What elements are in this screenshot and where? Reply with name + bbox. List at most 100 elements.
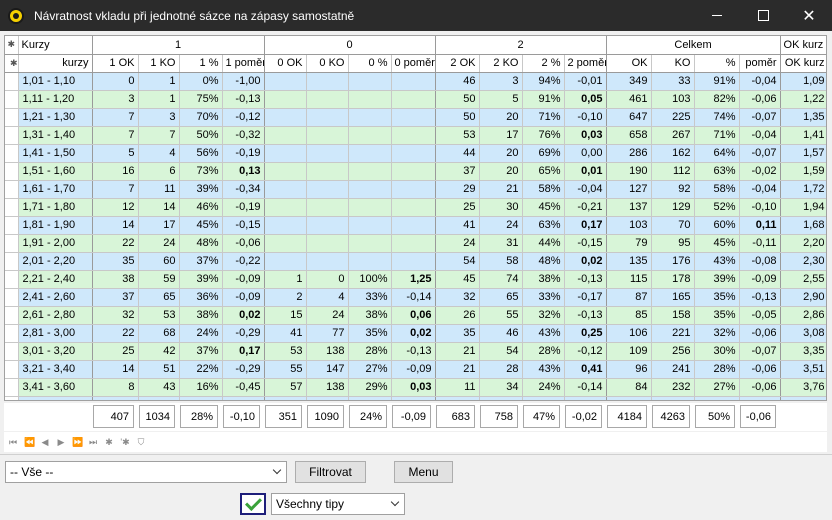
edit-record-icon[interactable]: '✱ xyxy=(120,437,130,448)
table-row[interactable]: 2,41 - 2,60 37 65 36% -0,09 2 4 33% -0,14 32 65 33%… xyxy=(5,288,826,307)
table-cell: 22% xyxy=(179,360,223,379)
table-cell: 33 xyxy=(651,72,695,91)
table-cell: -0,13 xyxy=(222,90,265,109)
row-selector[interactable] xyxy=(5,180,19,199)
next-record-icon[interactable]: ▶ xyxy=(56,437,66,448)
table-row[interactable]: 1,71 - 1,80 12 14 46% -0,19 25 30 45% -0,21 137 12… xyxy=(5,198,826,217)
col-header[interactable]: 0 poměr xyxy=(391,54,436,73)
odds-range-cell: 3,01 - 3,20 xyxy=(18,342,93,361)
table-row[interactable]: 2,21 - 2,40 38 59 39% -0,09 1 0 100% 1,25 45 74 38%… xyxy=(5,270,826,289)
total-value: -0,10 xyxy=(223,405,260,428)
col-header[interactable]: poměr xyxy=(739,54,781,73)
row-selector[interactable] xyxy=(5,90,19,109)
row-selector[interactable] xyxy=(5,162,19,181)
table-row[interactable]: 1,11 - 1,20 3 1 75% -0,13 50 5 91% 0,05 461 103 82%… xyxy=(5,90,826,109)
row-selector[interactable] xyxy=(5,144,19,163)
table-row[interactable]: 2,81 - 3,00 22 68 24% -0,29 41 77 35% 0,02 35 46 43… xyxy=(5,324,826,343)
col-header[interactable]: % xyxy=(694,54,740,73)
table-row[interactable]: 1,61 - 1,70 7 11 39% -0,34 29 21 58% -0,04 127 92 5… xyxy=(5,180,826,199)
col-header[interactable]: 1 OK xyxy=(92,54,139,73)
table-row[interactable]: 1,81 - 1,90 14 17 45% -0,15 41 24 63% 0,17 103 70 6… xyxy=(5,216,826,235)
next-page-icon[interactable]: ⏩ xyxy=(72,437,83,448)
table-cell: 267 xyxy=(651,126,695,145)
row-selector[interactable] xyxy=(5,198,19,217)
minimize-button[interactable] xyxy=(694,0,740,31)
table-row[interactable]: 1,41 - 1,50 5 4 56% -0,19 44 20 69% 0,00 286 162 64… xyxy=(5,144,826,163)
table-cell: 48% xyxy=(522,252,565,271)
row-selector[interactable] xyxy=(5,270,19,289)
total-value: 47% xyxy=(523,405,560,428)
table-row[interactable]: 3,61 - 3,80104120%-0,284010228%0,0411282… xyxy=(5,396,826,400)
tips-select[interactable]: Všechny tipy xyxy=(271,493,405,515)
table-row[interactable]: 1,91 - 2,00 22 24 48% -0,06 24 31 44% -0,15 79 95 4… xyxy=(5,234,826,253)
prev-record-icon[interactable]: ◀ xyxy=(40,437,50,448)
col-header[interactable]: OK kurz xyxy=(780,54,826,73)
corner-cell[interactable]: ✱ xyxy=(5,36,19,55)
table-cell: 45% xyxy=(179,216,223,235)
table-cell: 58 xyxy=(479,252,523,271)
table-row[interactable]: 1,31 - 1,40 7 7 50% -0,32 53 17 76% 0,03 658 267 71… xyxy=(5,126,826,145)
col-header[interactable]: OK xyxy=(606,54,652,73)
table-cell: 32 xyxy=(435,288,480,307)
table-cell: 15 xyxy=(264,306,307,325)
row-selector[interactable] xyxy=(5,324,19,343)
table-cell: 3,51 xyxy=(780,360,826,379)
table-cell: -0,02 xyxy=(739,162,781,181)
table-cell: -0,14 xyxy=(391,288,436,307)
col-header[interactable]: 0 OK xyxy=(264,54,307,73)
table-cell: 2,90 xyxy=(780,288,826,307)
row-mark-cell[interactable]: ✱ xyxy=(5,54,19,73)
row-selector[interactable] xyxy=(5,288,19,307)
table-row[interactable]: 2,61 - 2,80 32 53 38% 0,02 15 24 38% 0,06 26 55 32%… xyxy=(5,306,826,325)
col-header[interactable]: KO xyxy=(651,54,695,73)
menu-button[interactable]: Menu xyxy=(394,461,453,483)
col-header[interactable]: 2 poměr xyxy=(564,54,607,73)
col-header[interactable]: 2 OK xyxy=(435,54,480,73)
table-row[interactable]: 1,21 - 1,30 7 3 70% -0,12 50 20 71% -0,10 647 225 7… xyxy=(5,108,826,127)
col-header[interactable]: 1 KO xyxy=(138,54,180,73)
total-value: 1090 xyxy=(307,405,344,428)
table-cell: -0,15 xyxy=(222,216,265,235)
row-selector[interactable] xyxy=(5,234,19,253)
col-header[interactable]: 1 poměr xyxy=(222,54,265,73)
table-cell: 65% xyxy=(522,162,565,181)
filter-select[interactable]: -- Vše -- xyxy=(5,461,287,483)
table-cell: 461 xyxy=(606,90,652,109)
row-selector[interactable] xyxy=(5,396,19,400)
col-header[interactable]: 0 % xyxy=(348,54,392,73)
table-cell: 21 xyxy=(479,180,523,199)
row-selector[interactable] xyxy=(5,306,19,325)
filter-icon[interactable]: ⛉ xyxy=(136,437,146,448)
col-kurzy[interactable]: kurzy xyxy=(18,54,93,73)
row-selector[interactable] xyxy=(5,252,19,271)
insert-record-icon[interactable]: ✱ xyxy=(104,437,114,448)
table-row[interactable]: 2,01 - 2,20 35 60 37% -0,22 54 58 48% 0,02 135 176… xyxy=(5,252,826,271)
row-selector[interactable] xyxy=(5,72,19,91)
col-header[interactable]: 2 % xyxy=(522,54,565,73)
table-cell: 42 xyxy=(138,342,180,361)
table-row[interactable]: 1,51 - 1,60 16 6 73% 0,13 37 20 65% 0,01 190 112 63… xyxy=(5,162,826,181)
row-selector[interactable] xyxy=(5,108,19,127)
table-row[interactable]: 3,41 - 3,60 8 43 16% -0,45 57 138 29% 0,03 11 34 24… xyxy=(5,378,826,397)
last-record-icon[interactable]: ⏭ xyxy=(88,437,98,448)
table-row[interactable]: 3,01 - 3,20 25 42 37% 0,17 53 138 28% -0,13 21 54 2… xyxy=(5,342,826,361)
row-selector[interactable] xyxy=(5,378,19,397)
checkmark-icon[interactable] xyxy=(240,493,266,515)
table-cell: 647 xyxy=(606,108,652,127)
row-selector[interactable] xyxy=(5,126,19,145)
row-selector[interactable] xyxy=(5,360,19,379)
col-header[interactable]: 1 % xyxy=(179,54,223,73)
table-row[interactable]: 1,01 - 1,10 0 1 0% -1,00 46 3 94% -0,01 349 33 91% -… xyxy=(5,72,826,91)
table-cell: 135 xyxy=(606,252,652,271)
table-cell xyxy=(391,126,436,145)
row-selector[interactable] xyxy=(5,216,19,235)
prev-page-icon[interactable]: ⏪ xyxy=(24,437,35,448)
col-header[interactable]: 2 KO xyxy=(479,54,523,73)
first-record-icon[interactable]: ⏮ xyxy=(8,437,18,448)
close-button[interactable]: ✕ xyxy=(786,0,832,31)
maximize-button[interactable] xyxy=(740,0,786,31)
table-row[interactable]: 3,21 - 3,40 14 51 22% -0,29 55 147 27% -0,09 21 28… xyxy=(5,360,826,379)
col-header[interactable]: 0 KO xyxy=(306,54,349,73)
row-selector[interactable] xyxy=(5,342,19,361)
filter-button[interactable]: Filtrovat xyxy=(295,461,366,483)
